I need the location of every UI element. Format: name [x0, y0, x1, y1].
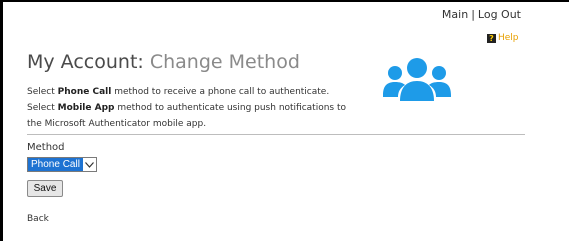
save-button[interactable]: Save	[27, 180, 63, 197]
description-mobile-app: Mobile App	[57, 103, 115, 113]
help-label: Help	[498, 33, 519, 43]
method-description: Select Phone Call method to receive a ph…	[27, 84, 357, 132]
method-label: Method	[27, 142, 65, 153]
chevron-down-icon	[83, 158, 96, 171]
users-group-icon	[383, 58, 451, 101]
logout-link[interactable]: Log Out	[478, 8, 521, 21]
nav-separator: |	[471, 8, 475, 21]
main-link[interactable]: Main	[442, 8, 468, 21]
help-link[interactable]: ? Help	[487, 33, 519, 43]
description-phone-call: Phone Call	[57, 87, 112, 97]
description-text-1: Select	[27, 87, 58, 97]
method-select[interactable]: Phone Call	[27, 157, 97, 172]
page-title: My Account: Change Method	[27, 51, 300, 73]
page-title-sub: Change Method	[149, 51, 300, 73]
top-nav: Main | Log Out	[442, 8, 521, 21]
back-link[interactable]: Back	[27, 214, 49, 224]
help-icon: ?	[487, 33, 496, 43]
page-title-main: My Account:	[27, 51, 144, 73]
section-divider	[27, 134, 525, 135]
method-select-value: Phone Call	[28, 158, 83, 171]
